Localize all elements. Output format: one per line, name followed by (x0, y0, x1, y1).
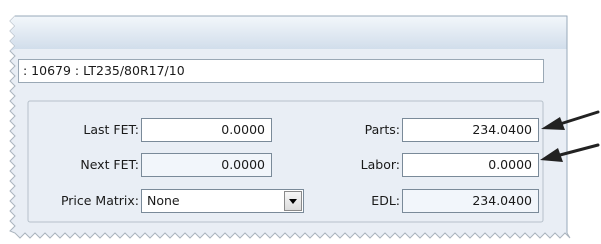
next-fet-label: Next FET: (80, 157, 139, 172)
edl-field: 234.0400 (402, 189, 539, 213)
labor-label: Labor: (360, 157, 400, 172)
last-fet-label: Last FET: (83, 122, 139, 137)
price-matrix-dropdown-button[interactable] (284, 191, 302, 211)
item-description-field[interactable]: : 10679 : LT235/80R17/10 (18, 59, 544, 83)
next-fet-field: 0.0000 (141, 153, 272, 177)
title-bar (10, 16, 567, 51)
parts-label: Parts: (364, 122, 400, 137)
parts-field[interactable]: 234.0400 (402, 118, 539, 142)
edl-label: EDL: (371, 193, 400, 208)
price-matrix-value: None (147, 193, 180, 208)
price-matrix-label: Price Matrix: (60, 193, 139, 208)
chevron-down-icon (289, 199, 297, 204)
price-details-window: : 10679 : LT235/80R17/10 Last FET: 0.000… (0, 0, 601, 244)
last-fet-field[interactable]: 0.0000 (141, 118, 272, 142)
labor-field[interactable]: 0.0000 (402, 153, 539, 177)
price-matrix-select[interactable]: None (141, 189, 304, 213)
